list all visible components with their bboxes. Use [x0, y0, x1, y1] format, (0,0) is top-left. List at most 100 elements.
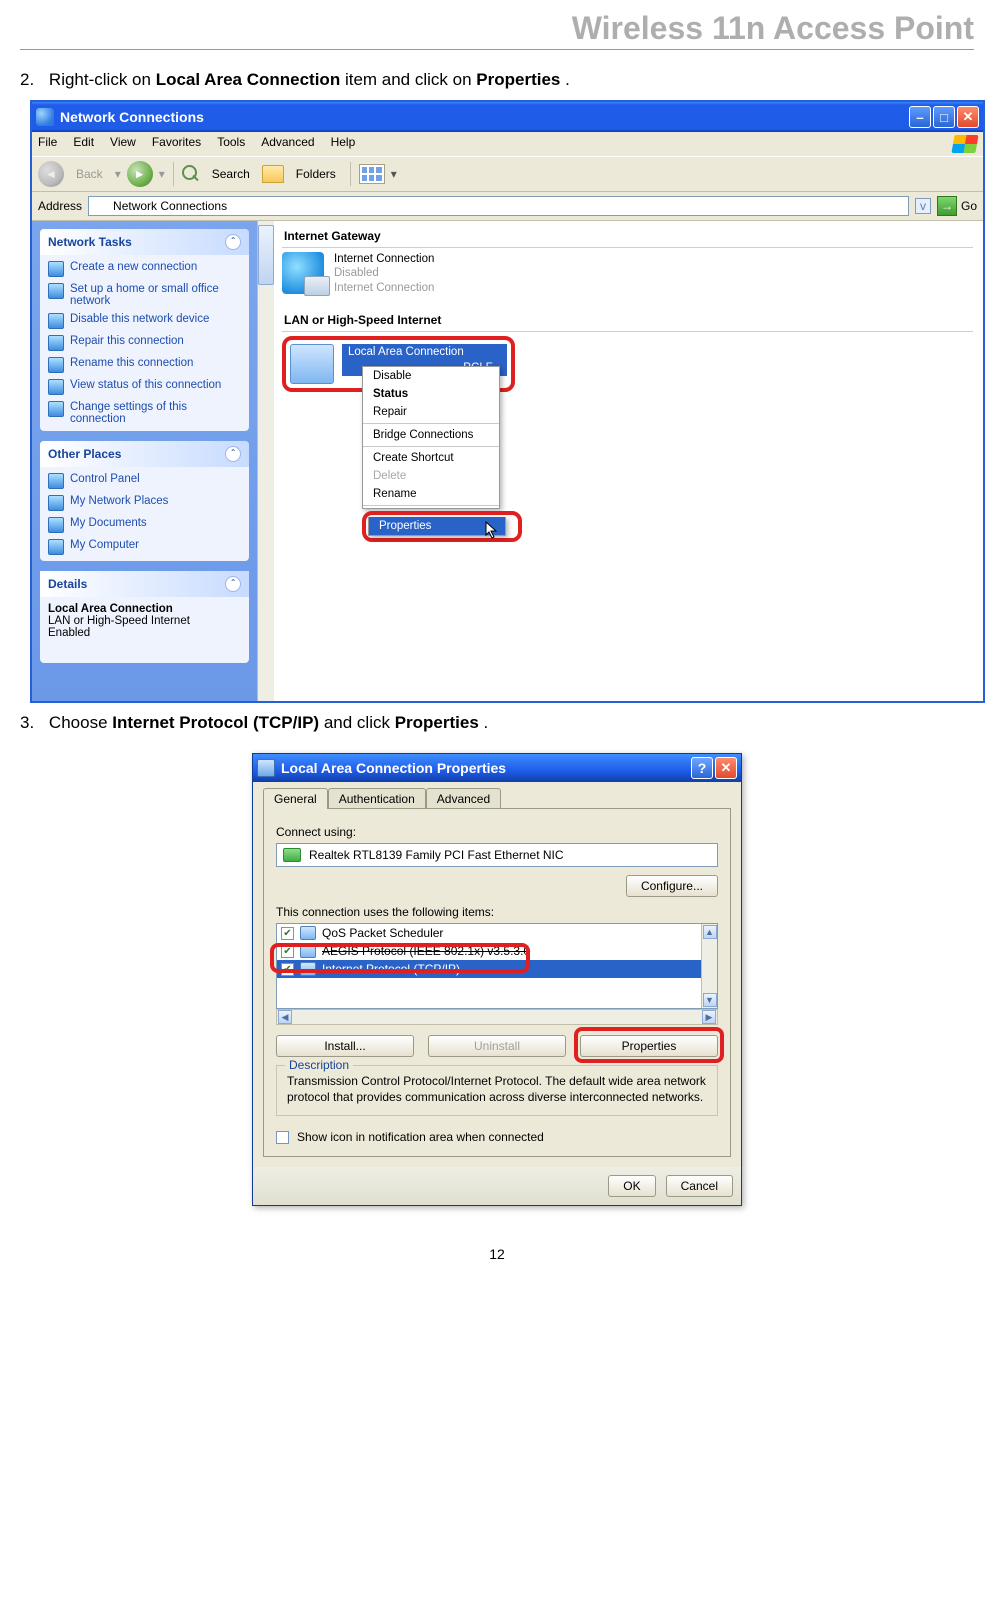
listbox-hscroll[interactable]: ◀ ▶ [276, 1009, 718, 1025]
page-title: Wireless 11n Access Point [20, 0, 974, 50]
task-label: Repair this connection [70, 335, 184, 347]
scroll-up-icon[interactable]: ▲ [703, 925, 717, 939]
details-line2: Enabled [48, 627, 241, 637]
checkbox-icon[interactable] [276, 1131, 289, 1144]
task-disable-device[interactable]: Disable this network device [48, 313, 241, 329]
windows-logo-icon [951, 135, 978, 153]
minimize-button[interactable]: – [909, 106, 931, 128]
collapse-icon[interactable]: ˆ [225, 234, 241, 250]
collapse-icon[interactable]: ˆ [225, 576, 241, 592]
address-field[interactable]: Network Connections [88, 196, 909, 216]
ctx-disable[interactable]: Disable [363, 367, 499, 385]
menu-help[interactable]: Help [331, 135, 356, 153]
help-button[interactable]: ? [691, 757, 713, 779]
details-line1: LAN or High-Speed Internet [48, 615, 241, 627]
task-change-settings[interactable]: Change settings of this connection [48, 401, 241, 425]
tab-authentication[interactable]: Authentication [328, 788, 426, 809]
maximize-button[interactable]: □ [933, 106, 955, 128]
tab-advanced[interactable]: Advanced [426, 788, 501, 809]
step-2-text-a: Right-click on [49, 70, 156, 89]
task-repair[interactable]: Repair this connection [48, 335, 241, 351]
item-qos[interactable]: ✔ QoS Packet Scheduler [277, 924, 717, 942]
task-label: View status of this connection [70, 379, 221, 391]
menu-file[interactable]: File [38, 135, 57, 153]
menu-favorites[interactable]: Favorites [152, 135, 201, 153]
step-3: 3. Choose Internet Protocol (TCP/IP) and… [20, 713, 974, 733]
tab-panel-general: Connect using: Realtek RTL8139 Family PC… [263, 808, 731, 1157]
dialog-icon [257, 759, 275, 777]
ctx-status[interactable]: Status [363, 385, 499, 403]
task-view-status[interactable]: View status of this connection [48, 379, 241, 395]
checkbox-icon[interactable]: ✔ [281, 945, 294, 958]
highlight-properties: Properties [362, 511, 522, 542]
conn-title: Internet Connection [334, 252, 434, 266]
place-network-places[interactable]: My Network Places [48, 495, 241, 511]
place-computer[interactable]: My Computer [48, 539, 241, 555]
ctx-properties[interactable]: Properties [369, 517, 505, 535]
other-places-title: Other Places [48, 447, 121, 461]
dialog-titlebar[interactable]: Local Area Connection Properties ? ✕ [253, 754, 741, 782]
ctx-properties-label: Properties [379, 520, 431, 532]
window-title: Network Connections [60, 109, 204, 125]
ctx-repair[interactable]: Repair [363, 403, 499, 421]
step-2-text-b: item and click on [345, 70, 476, 89]
ctx-bridge[interactable]: Bridge Connections [363, 426, 499, 444]
cursor-icon [485, 521, 501, 539]
item-aegis[interactable]: ✔ AEGIS Protocol (IEEE 802.1x) v3.5.3.0 [277, 942, 717, 960]
install-button[interactable]: Install... [276, 1035, 414, 1057]
titlebar[interactable]: Network Connections – □ ✕ [32, 102, 983, 132]
dialog-close-button[interactable]: ✕ [715, 757, 737, 779]
menu-view[interactable]: View [110, 135, 136, 153]
connect-using-label: Connect using: [276, 825, 718, 839]
back-button[interactable]: ◄ [38, 161, 64, 187]
step-2-num: 2. [20, 70, 34, 89]
ctx-shortcut[interactable]: Create Shortcut [363, 449, 499, 467]
place-icon [48, 517, 64, 533]
place-label: My Computer [70, 539, 139, 551]
items-listbox[interactable]: ✔ QoS Packet Scheduler ✔ AEGIS Protocol … [276, 923, 718, 1009]
place-control-panel[interactable]: Control Panel [48, 473, 241, 489]
search-button[interactable]: Search [206, 165, 256, 183]
item-label: Internet Protocol (TCP/IP) [322, 962, 460, 976]
task-create-connection[interactable]: Create a new connection [48, 261, 241, 277]
collapse-icon[interactable]: ˆ [225, 446, 241, 462]
menubar: File Edit View Favorites Tools Advanced … [32, 132, 983, 156]
go-button[interactable]: → Go [937, 196, 977, 216]
listbox-scrollbar[interactable]: ▲ ▼ [701, 924, 717, 1008]
side-panel: Network Tasks ˆ Create a new connection … [32, 221, 257, 701]
content-area: Internet Gateway Internet Connection Dis… [274, 221, 983, 701]
scroll-down-icon[interactable]: ▼ [703, 993, 717, 1007]
place-icon [48, 495, 64, 511]
show-icon-row[interactable]: Show icon in notification area when conn… [276, 1130, 718, 1144]
menu-tools[interactable]: Tools [217, 135, 245, 153]
task-icon [48, 401, 64, 417]
ok-button[interactable]: OK [608, 1175, 655, 1197]
address-dropdown[interactable]: v [915, 198, 931, 214]
place-label: My Network Places [70, 495, 168, 507]
checkbox-icon[interactable]: ✔ [281, 963, 294, 976]
place-label: My Documents [70, 517, 147, 529]
scroll-left-icon[interactable]: ◀ [278, 1010, 292, 1024]
cancel-button[interactable]: Cancel [666, 1175, 733, 1197]
tab-general[interactable]: General [263, 788, 328, 809]
sidebar-scrollbar[interactable] [257, 221, 274, 701]
place-label: Control Panel [70, 473, 140, 485]
menu-advanced[interactable]: Advanced [261, 135, 314, 153]
task-rename[interactable]: Rename this connection [48, 357, 241, 373]
close-button[interactable]: ✕ [957, 106, 979, 128]
configure-button[interactable]: Configure... [626, 875, 718, 897]
task-setup-network[interactable]: Set up a home or small office network [48, 283, 241, 307]
dialog-title: Local Area Connection Properties [281, 760, 506, 776]
checkbox-icon[interactable]: ✔ [281, 927, 294, 940]
forward-button[interactable]: ► [127, 161, 153, 187]
folders-button[interactable]: Folders [290, 165, 342, 183]
item-tcpip[interactable]: ✔ Internet Protocol (TCP/IP) [277, 960, 717, 978]
views-icon[interactable] [359, 164, 385, 184]
place-documents[interactable]: My Documents [48, 517, 241, 533]
task-icon [48, 283, 64, 299]
internet-connection-item[interactable]: Internet Connection Disabled Internet Co… [282, 252, 973, 295]
ctx-rename[interactable]: Rename [363, 485, 499, 503]
properties-button[interactable]: Properties [580, 1035, 718, 1057]
menu-edit[interactable]: Edit [73, 135, 94, 153]
scroll-right-icon[interactable]: ▶ [702, 1010, 716, 1024]
